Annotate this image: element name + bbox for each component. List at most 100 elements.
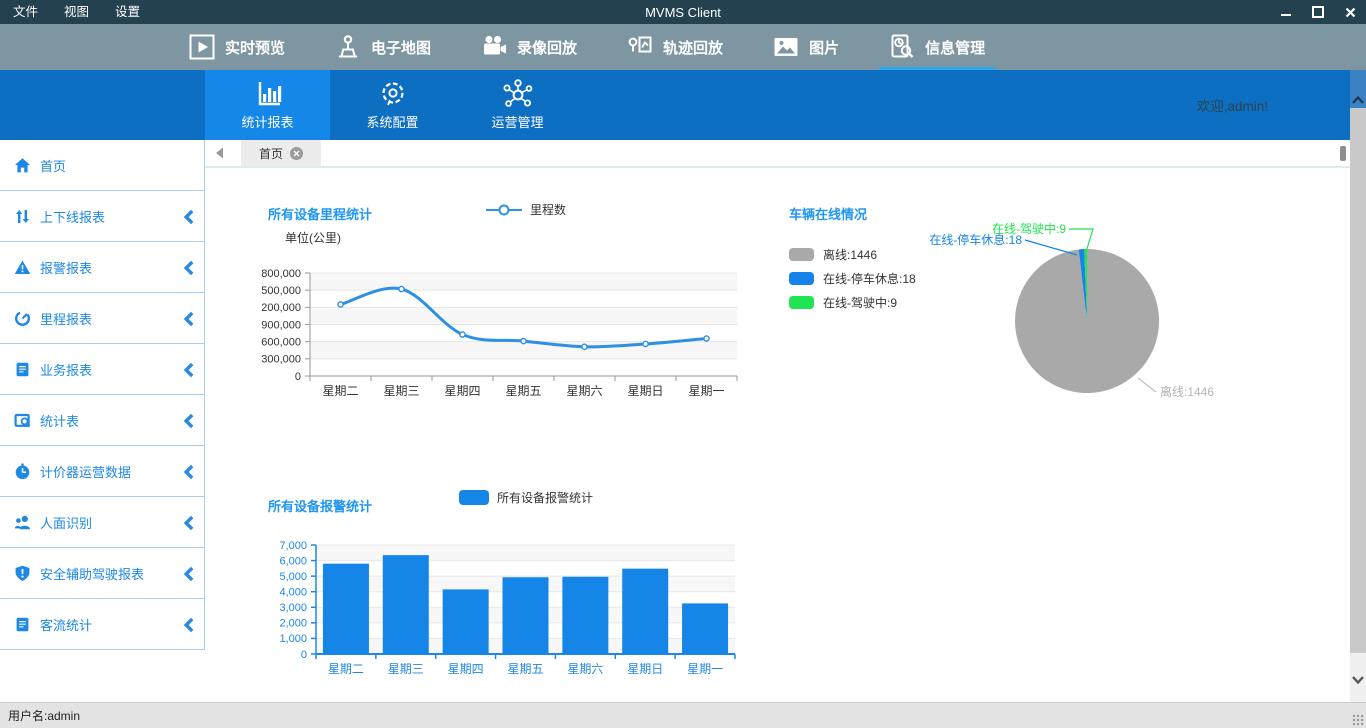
operation-icon	[503, 79, 533, 109]
sidebar-item-label: 统计表	[40, 411, 79, 430]
bar-chart-legend[interactable]: 所有设备报警统计	[459, 489, 593, 506]
pie-legend-item[interactable]: 离线:1446	[789, 242, 916, 266]
svg-text:5,000: 5,000	[279, 571, 307, 583]
chevron-down-icon	[1352, 676, 1364, 684]
sidebar-item-label: 人面识别	[40, 513, 92, 532]
svg-text:4,000: 4,000	[279, 587, 307, 599]
sidebar-item-face-recognition[interactable]: 人面识别	[0, 497, 204, 548]
menu-settings[interactable]: 设置	[102, 0, 153, 24]
pie-chart-legend: 离线:1446 在线-停车休息:18在线-驾驶中:9	[789, 242, 916, 314]
svg-text:900,000: 900,000	[261, 319, 301, 331]
svg-text:3,000: 3,000	[279, 602, 307, 614]
subnav-label: 运营管理	[491, 112, 543, 131]
chevron-collapse-icon[interactable]	[184, 311, 194, 327]
maximize-button[interactable]	[1312, 6, 1324, 18]
tab-close-icon	[293, 150, 300, 157]
vertical-scrollbar[interactable]	[1350, 70, 1366, 702]
sidebar-item-business-report[interactable]: 业务报表	[0, 344, 204, 395]
legend-label: 里程数	[530, 201, 566, 218]
face-recognition-icon	[12, 514, 32, 531]
resize-grip[interactable]	[1352, 714, 1364, 726]
sidebar-item-label: 客流统计	[40, 615, 92, 634]
sidebar-item-alarm-report[interactable]: 报警报表	[0, 242, 204, 293]
svg-text:星期五: 星期五	[505, 384, 541, 398]
scrollbar-thumb[interactable]	[1350, 108, 1366, 653]
stats-table-icon	[12, 412, 32, 429]
sidebar-item-home[interactable]: 首页	[0, 140, 204, 191]
toolbar-label: 轨迹回放	[663, 37, 723, 58]
subnav-operation[interactable]: 运营管理	[455, 70, 580, 140]
toolbar-live-preview[interactable]: 实时预览	[183, 24, 291, 70]
subnav-label: 系统配置	[366, 112, 418, 131]
sidebar-item-taximeter-data[interactable]: 计价器运营数据	[0, 446, 204, 497]
chevron-collapse-icon[interactable]	[184, 566, 194, 582]
svg-text:0: 0	[295, 371, 301, 383]
svg-text:6,000: 6,000	[279, 555, 307, 567]
toolbar-track-playback[interactable]: 轨迹回放	[621, 24, 729, 70]
svg-text:7,000: 7,000	[279, 540, 307, 552]
scroll-up-button[interactable]	[1350, 70, 1366, 108]
svg-text:离线:1446: 离线:1446	[1160, 384, 1214, 399]
sidebar-item-passenger-flow[interactable]: 客流统计	[0, 599, 204, 650]
chevron-collapse-icon[interactable]	[184, 413, 194, 429]
sidebar-item-online-offline-report[interactable]: 上下线报表	[0, 191, 204, 242]
mileage-report-icon	[12, 310, 32, 327]
svg-text:星期六: 星期六	[566, 384, 602, 398]
tab-scroll-left-button[interactable]	[214, 146, 224, 160]
legend-label: 离线:1446	[823, 246, 877, 263]
svg-text:800,000: 800,000	[261, 268, 301, 280]
close-button[interactable]	[1344, 6, 1356, 18]
sidebar: 首页 上下线报表 报警报表 里程报表 业务报表	[0, 140, 205, 650]
username-status-text: 用户名:admin	[8, 707, 80, 724]
pie-legend-item[interactable]: 在线-停车休息:18	[789, 266, 916, 290]
subnav-stats-report[interactable]: 统计报表	[205, 70, 330, 140]
toolbar-info-management[interactable]: 信息管理	[883, 24, 991, 70]
scroll-down-button[interactable]	[1350, 670, 1366, 690]
menu-file[interactable]: 文件	[0, 0, 51, 24]
svg-text:星期二: 星期二	[322, 384, 358, 398]
status-bar: 用户名:admin	[0, 702, 1366, 728]
pie-chart-title: 车辆在线情况	[789, 204, 867, 223]
svg-text:星期六: 星期六	[567, 662, 603, 676]
sidebar-item-label: 上下线报表	[40, 207, 105, 226]
minimize-button[interactable]	[1280, 6, 1292, 18]
toolbar-picture[interactable]: 图片	[767, 24, 845, 70]
toolbar-video-playback[interactable]: 录像回放	[475, 24, 583, 70]
emap-icon	[335, 34, 361, 60]
tab-scroll-left-icon	[214, 146, 224, 160]
window-title: MVMS Client	[0, 5, 1366, 20]
tab-close-button[interactable]	[290, 147, 303, 160]
toolbar-label: 录像回放	[517, 37, 577, 58]
chevron-collapse-icon[interactable]	[184, 362, 194, 378]
dashboard-content: 所有设备里程统计 里程数 800,000500,000200,000900,00…	[205, 168, 1350, 702]
chevron-collapse-icon[interactable]	[184, 209, 194, 225]
online-status-pie-chart: 在线-驾驶中:9在线-停车休息:18离线:1446	[900, 195, 1350, 425]
svg-text:星期日: 星期日	[627, 662, 663, 676]
legend-label: 所有设备报警统计	[497, 489, 593, 506]
sidebar-item-mileage-report[interactable]: 里程报表	[0, 293, 204, 344]
chevron-collapse-icon[interactable]	[184, 617, 194, 633]
svg-text:星期三: 星期三	[383, 384, 419, 398]
subnav-system-config[interactable]: 系统配置	[330, 70, 455, 140]
tab-home[interactable]: 首页	[241, 140, 321, 166]
menu-view[interactable]: 视图	[51, 0, 102, 24]
pie-legend-item[interactable]: 在线-驾驶中:9	[789, 290, 916, 314]
chevron-collapse-icon[interactable]	[184, 515, 194, 531]
line-chart-legend[interactable]: 里程数	[486, 201, 566, 218]
toolbar-emap[interactable]: 电子地图	[329, 24, 437, 70]
toolbar-label: 信息管理	[925, 37, 985, 58]
tab-scroll-right-button[interactable]	[1340, 146, 1346, 161]
legend-swatch	[789, 296, 814, 309]
line-chart-title: 所有设备里程统计	[268, 204, 372, 223]
sidebar-item-safe-driving-report[interactable]: 安全辅助驾驶报表	[0, 548, 204, 599]
chevron-collapse-icon[interactable]	[184, 260, 194, 276]
live-preview-icon	[189, 34, 215, 60]
svg-text:600,000: 600,000	[261, 336, 301, 348]
stats-report-icon	[253, 79, 283, 109]
svg-text:星期五: 星期五	[507, 662, 543, 676]
business-report-icon	[12, 361, 32, 378]
svg-text:500,000: 500,000	[261, 285, 301, 297]
svg-text:单位(公里): 单位(公里)	[285, 230, 341, 245]
sidebar-item-stats-table[interactable]: 统计表	[0, 395, 204, 446]
chevron-collapse-icon[interactable]	[184, 464, 194, 480]
